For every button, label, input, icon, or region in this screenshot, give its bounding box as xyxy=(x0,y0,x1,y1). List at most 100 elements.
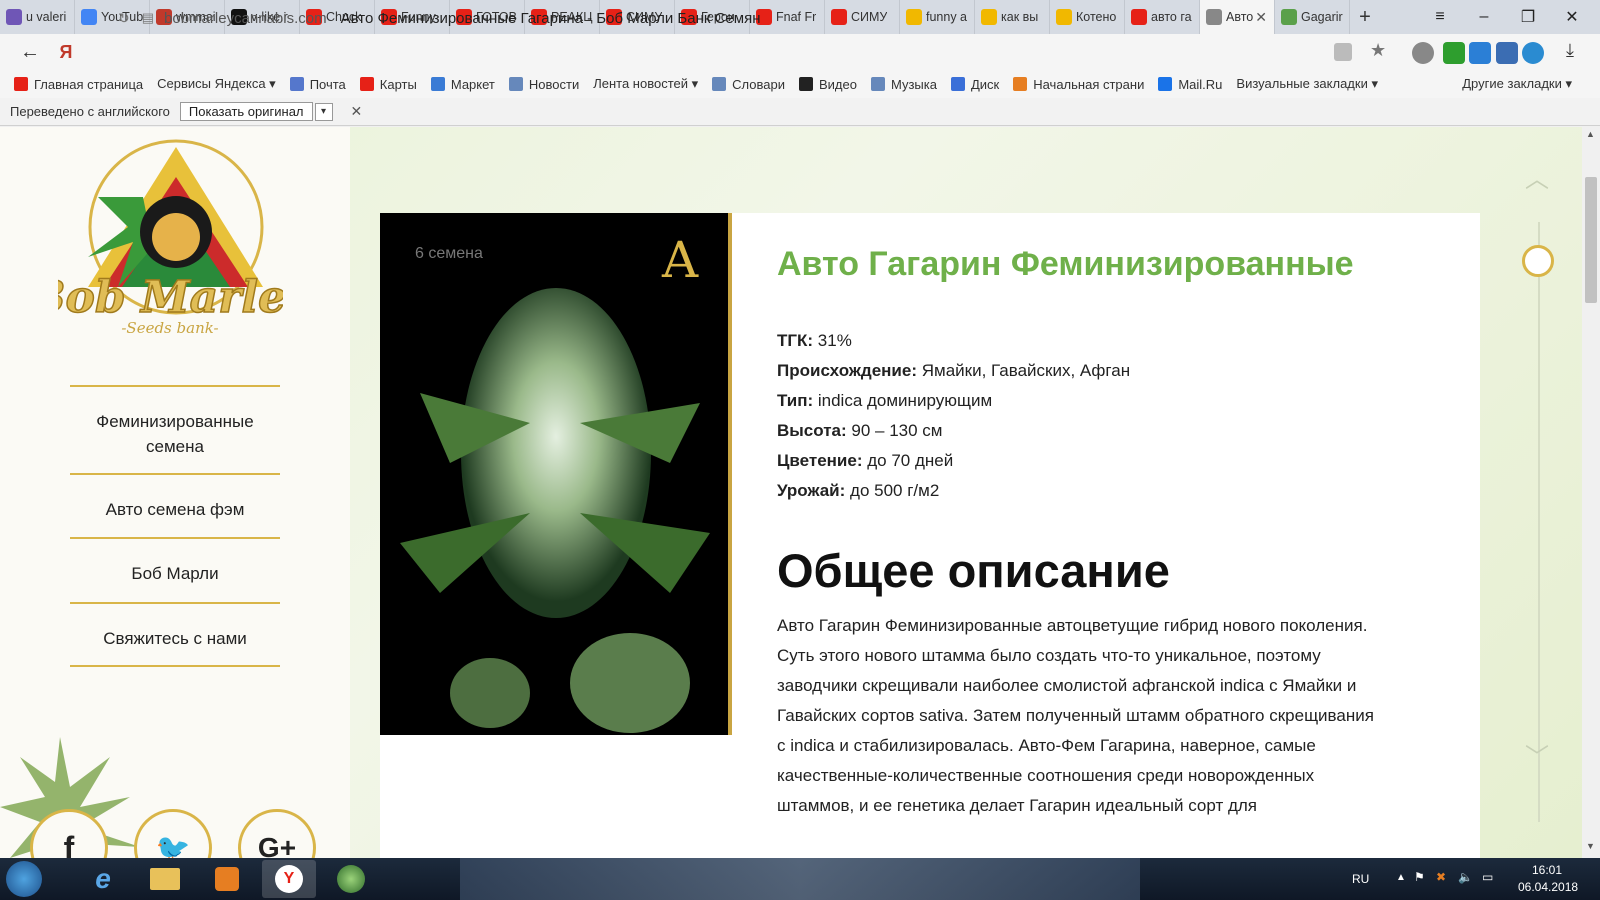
bookmark-item[interactable]: Mail.Ru xyxy=(1158,77,1222,92)
svg-text:Bob Marley: Bob Marley xyxy=(58,272,283,323)
taskbar-wallpaper-strip xyxy=(460,858,1140,900)
auto-badge-icon: A xyxy=(662,231,699,289)
twitter-icon[interactable]: 🐦 xyxy=(134,809,212,858)
nav-auto-fem-seeds[interactable]: Авто семена фэм xyxy=(70,497,280,522)
navigation-bar: ← Я xyxy=(0,34,1600,70)
yandex-browser-taskbar-icon[interactable]: Y xyxy=(262,860,316,898)
bookmark-label: Почта xyxy=(309,76,346,92)
flag-icon[interactable]: ⚑ xyxy=(1414,870,1425,884)
other-bookmarks[interactable]: Другие закладки ▾ xyxy=(1462,76,1572,92)
start-button-icon[interactable] xyxy=(6,861,42,897)
file-explorer-icon[interactable] xyxy=(138,860,192,898)
volume-icon[interactable]: 🔈 xyxy=(1458,870,1473,884)
spec-value: до 500 г/м2 xyxy=(850,481,940,500)
media-player-icon[interactable] xyxy=(200,860,254,898)
page-scrollbar[interactable]: ▲ ▼ xyxy=(1582,127,1600,858)
url-title: Авто Феминизированные Гагарина - Боб Мар… xyxy=(340,9,761,27)
globe-app-icon[interactable] xyxy=(324,860,378,898)
google-plus-icon[interactable]: G+ xyxy=(238,809,316,858)
bookmark-label: Mail.Ru xyxy=(1178,76,1223,92)
spec-key: ТГК: xyxy=(777,331,814,350)
translate-icon[interactable] xyxy=(1334,43,1352,61)
bookmark-label: Новости xyxy=(528,76,580,92)
nav-divider xyxy=(70,665,280,667)
scroll-up-arrow-icon[interactable]: ▲ xyxy=(1586,129,1595,139)
nav-divider xyxy=(70,385,280,387)
scroll-down-chevron-icon[interactable]: ﹀ xyxy=(1522,737,1552,771)
bookmark-icon xyxy=(1013,77,1028,91)
nav-divider xyxy=(70,602,280,604)
bookmark-item[interactable]: Сервисы Яндекса ▾ xyxy=(157,76,276,92)
bookmark-item[interactable]: Новости xyxy=(508,76,580,92)
clock-time[interactable]: 16:01 xyxy=(1532,863,1562,877)
yandex-icon[interactable]: Я xyxy=(48,34,84,70)
bookmark-label: Карты xyxy=(379,76,417,92)
spec-value: indica доминирующим xyxy=(817,391,993,410)
nav-divider xyxy=(70,537,280,539)
bookmark-icon xyxy=(14,77,28,91)
bookmark-label: Сервисы Яндекса ▾ xyxy=(157,76,276,91)
bookmark-item[interactable]: Начальная страни xyxy=(1013,77,1144,92)
bookmarks-container: Главная страница Сервисы Яндекса ▾ Почта Ка… xyxy=(0,76,1378,92)
show-original-button[interactable]: Показать оригинал xyxy=(179,102,313,121)
product-photo[interactable]: 6 семена A xyxy=(380,213,732,735)
close-window-icon[interactable]: ✕ xyxy=(1550,0,1594,34)
bookmark-item[interactable]: Диск xyxy=(950,77,999,92)
back-icon[interactable]: ← xyxy=(12,34,48,70)
minimize-icon[interactable]: – xyxy=(1462,0,1506,34)
downloads-icon[interactable]: ⤓ xyxy=(1566,40,1574,61)
nav-bob-marley[interactable]: Боб Марли xyxy=(70,561,280,586)
nav-contact[interactable]: Свяжитесь с нами xyxy=(70,626,280,651)
seeds-count-label: 6 семена xyxy=(415,245,483,262)
antivirus-icon[interactable]: ✖ xyxy=(1436,870,1446,884)
nav-feminized-seeds[interactable]: Феминизированные семена xyxy=(70,409,280,459)
scrollbar-thumb[interactable] xyxy=(1585,177,1597,303)
bookmark-item[interactable]: Почта xyxy=(289,76,346,92)
bookmark-item[interactable]: Маркет xyxy=(430,77,495,92)
spec-key: Цветение: xyxy=(777,451,863,470)
extension-icon-5[interactable] xyxy=(1522,42,1544,64)
download-extension-icon[interactable] xyxy=(1443,42,1465,64)
scroll-down-arrow-icon[interactable]: ▼ xyxy=(1586,841,1595,851)
bookmark-label: Визуальные закладки ▾ xyxy=(1236,76,1378,91)
slider-knob[interactable] xyxy=(1522,245,1554,277)
spec-key: Происхождение: xyxy=(777,361,917,380)
bookmark-item[interactable]: Главная страница xyxy=(14,77,143,92)
address-bar[interactable]: ↻ ▤ bobmarleycannabis.com Авто Феминизир… xyxy=(118,4,1378,32)
tab-favicon-icon xyxy=(81,9,97,25)
bookmark-item[interactable]: Видео xyxy=(798,77,857,92)
browser-tab[interactable]: u valeri xyxy=(0,0,75,34)
menu-icon[interactable]: ≡ xyxy=(1418,0,1462,34)
spec-key: Тип: xyxy=(777,391,814,410)
bookmark-item[interactable]: Словари xyxy=(712,77,785,92)
bob-marley-logo[interactable]: Bob Marley -Seeds bank- xyxy=(58,137,283,337)
clock-date[interactable]: 06.04.2018 xyxy=(1518,880,1578,894)
spec-flowering: Цветение: до 70 дней xyxy=(777,451,953,471)
bookmark-icon xyxy=(508,77,523,91)
star-icon[interactable]: ★ xyxy=(1370,40,1386,61)
reload-icon[interactable]: ↻ xyxy=(118,10,130,27)
extension-icon-4[interactable] xyxy=(1496,42,1518,64)
network-icon[interactable]: ▭ xyxy=(1482,870,1493,884)
system-tray: RU ▲ ⚑ ✖ 🔈 ▭ 16:01 06.04.2018 xyxy=(1352,858,1600,900)
description-text: Авто Гагарин Феминизированные автоцветущ… xyxy=(777,616,1374,815)
close-translate-icon[interactable]: ✕ xyxy=(351,103,363,120)
bookmark-icon xyxy=(1158,77,1173,91)
spec-type: Тип: indica доминирующим xyxy=(777,391,992,411)
bookmark-item[interactable]: Визуальные закладки ▾ xyxy=(1236,76,1378,92)
tray-expand-icon[interactable]: ▲ xyxy=(1396,872,1406,883)
url-domain: bobmarleycannabis.com xyxy=(164,9,327,27)
spec-value: 90 – 130 см xyxy=(851,421,943,440)
bookmark-item[interactable]: Карты xyxy=(359,76,417,92)
language-indicator[interactable]: RU xyxy=(1352,872,1369,886)
bookmark-label: Словари xyxy=(732,76,785,92)
restore-icon[interactable]: ❐ xyxy=(1506,0,1550,34)
product-title: Авто Гагарин Феминизированные xyxy=(777,245,1354,283)
extension-icon-1[interactable] xyxy=(1412,42,1434,64)
bookmark-item[interactable]: Лента новостей ▾ xyxy=(593,76,698,92)
bookmark-item[interactable]: Музыка xyxy=(870,77,937,92)
scroll-up-chevron-icon[interactable]: ︿ xyxy=(1522,159,1552,193)
extension-icon-3[interactable] xyxy=(1469,42,1491,64)
internet-explorer-icon[interactable]: e xyxy=(76,860,130,898)
translate-options-icon[interactable]: ▾ xyxy=(314,102,333,121)
